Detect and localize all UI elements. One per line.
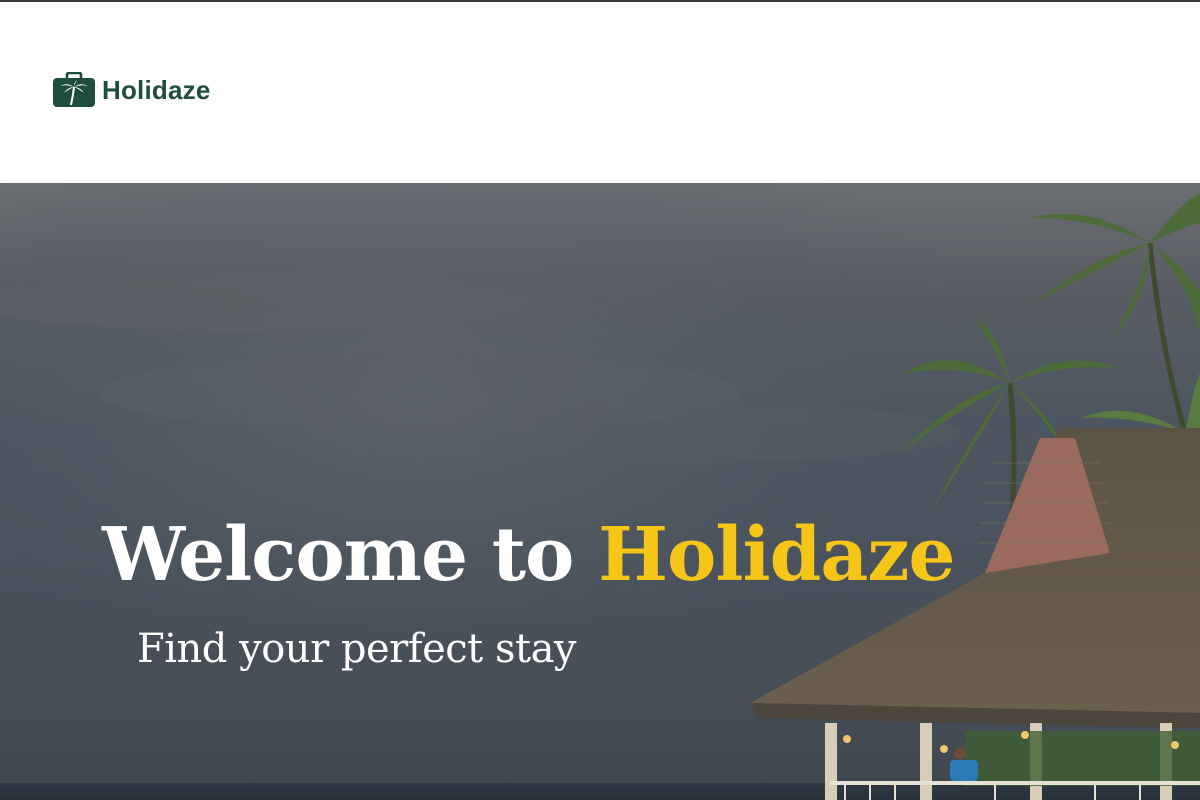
- hero-title: Welcome to Holidaze: [102, 518, 955, 592]
- hero-banner: Welcome to Holidaze Find your perfect st…: [0, 183, 1200, 800]
- site-header: Holidaze: [0, 2, 1200, 183]
- hero-subtitle: Find your perfect stay: [137, 626, 577, 672]
- suitcase-palm-icon: [53, 72, 95, 107]
- hero-background-image: [0, 183, 1200, 800]
- brand-name: Holidaze: [102, 74, 211, 105]
- logo-link[interactable]: Holidaze: [52, 72, 211, 108]
- hero-title-accent: Holidaze: [598, 512, 955, 598]
- hero-title-prefix: Welcome to: [102, 512, 599, 598]
